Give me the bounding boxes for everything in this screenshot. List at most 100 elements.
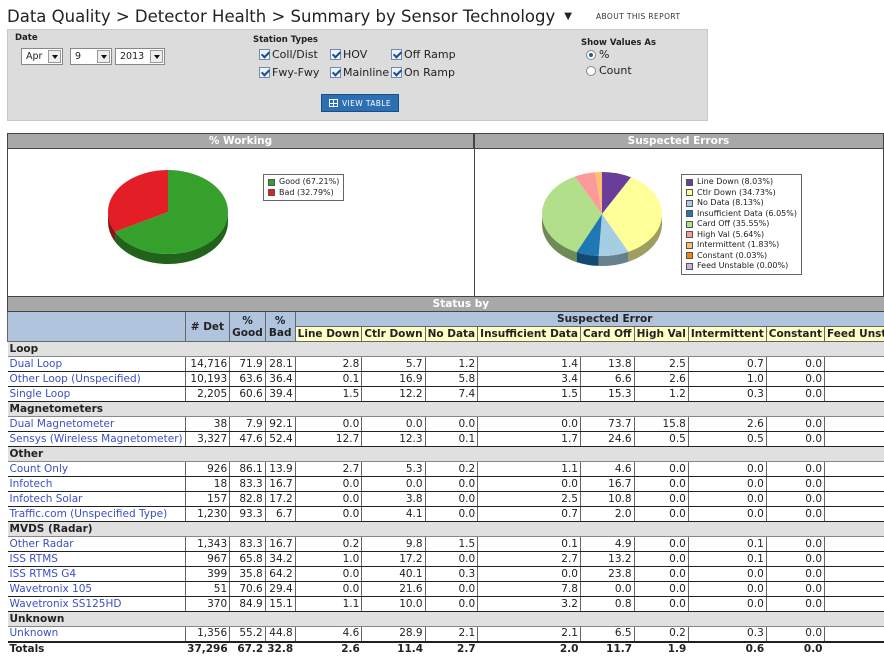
about-report-link[interactable]: ABOUT THIS REPORT	[596, 12, 681, 21]
table-row: Dual Magnetometer 38 7.9 92.1 0.0 0.0 0.0 0.0 73…	[7, 416, 884, 432]
col-header-high-val: High Val	[633, 326, 689, 342]
section-row: Loop	[7, 341, 884, 357]
filter-panel: Date Apr 9 2013 Station Types Coll/Dist …	[7, 29, 708, 121]
col-header-intermittent: Intermittent	[687, 326, 767, 342]
value-cell: 0.0	[424, 476, 478, 492]
value-cell: 0.0	[765, 506, 825, 522]
value-cell: 0.0	[294, 491, 362, 507]
value-cell: 34.2	[264, 551, 296, 567]
status-table-wrapper: Status by # Det % Good % Bad Suspected E…	[7, 296, 884, 661]
value-cell: 967	[184, 551, 230, 567]
value-cell: 0.0	[687, 476, 767, 492]
value-cell: 65.8	[229, 551, 266, 567]
tech-link[interactable]: Other Loop (Unspecified)	[10, 373, 141, 385]
value-cell: 10.8	[579, 491, 635, 507]
tech-link[interactable]: Dual Loop	[10, 358, 63, 370]
value-cell: 0.7	[687, 356, 767, 372]
value-cell: 0.0	[824, 431, 884, 447]
section-title: Loop	[7, 341, 884, 357]
checkbox-hov[interactable]: HOV	[330, 48, 367, 61]
tech-link[interactable]: ISS RTMS	[10, 553, 58, 565]
tech-link[interactable]: Traffic.com (Unspecified Type)	[10, 508, 168, 520]
value-cell: 0.0	[765, 596, 825, 612]
year-select[interactable]: 2013	[115, 48, 165, 65]
tech-link[interactable]: Other Radar	[10, 538, 74, 550]
value-cell: 0.1	[687, 551, 767, 567]
section-row: MVDS (Radar)	[7, 521, 884, 537]
value-cell: 0.0	[824, 626, 884, 642]
section-title: MVDS (Radar)	[7, 521, 884, 537]
legend-label: High Val (5.64%)	[697, 229, 765, 239]
tech-name-cell: Single Loop	[7, 386, 186, 402]
value-cell: 28.9	[361, 626, 426, 642]
value-cell: 0.0	[824, 566, 884, 582]
tech-link[interactable]: ISS RTMS G4	[10, 568, 77, 580]
value-cell: 0.0	[687, 461, 767, 477]
month-select[interactable]: Apr	[21, 48, 63, 65]
value-cell: 3.8	[361, 491, 426, 507]
value-cell: 16.7	[264, 536, 296, 552]
value-cell: 0.0	[824, 461, 884, 477]
legend-swatch	[686, 252, 693, 260]
value-cell: 0.1	[477, 536, 581, 552]
working-chart-title: % Working	[8, 134, 474, 149]
tech-link[interactable]: Single Loop	[10, 388, 71, 400]
view-table-button[interactable]: VIEW TABLE	[321, 94, 399, 112]
tech-link[interactable]: Infotech	[10, 478, 53, 490]
value-cell: 83.3	[229, 476, 266, 492]
tech-name-cell: ISS RTMS	[7, 551, 186, 567]
day-select[interactable]: 9	[70, 48, 112, 65]
value-cell: 1.1	[477, 461, 581, 477]
legend-item: Constant (0.03%)	[686, 251, 797, 262]
radio-percent[interactable]: %	[586, 48, 609, 61]
value-cell: 2,205	[184, 386, 230, 402]
tech-link[interactable]: Count Only	[10, 463, 69, 475]
value-cell: 0.0	[765, 476, 825, 492]
section-row: Unknown	[7, 611, 884, 627]
value-cell: 5.3	[361, 461, 426, 477]
tech-link[interactable]: Sensys (Wireless Magnetometer)	[10, 433, 183, 445]
value-cell: 86.1	[229, 461, 266, 477]
value-cell: 0.0	[765, 551, 825, 567]
value-cell: 18	[184, 476, 230, 492]
value-cell: 0.0	[294, 506, 362, 522]
value-cell: 7.4	[424, 386, 478, 402]
tech-link[interactable]: Wavetronix SS125HD	[10, 598, 122, 610]
value-cell: 0.5	[687, 431, 767, 447]
tech-name-cell: Dual Loop	[7, 356, 186, 372]
tech-link[interactable]: Dual Magnetometer	[10, 418, 115, 430]
tech-link[interactable]: Unknown	[10, 627, 59, 639]
checkbox-off-ramp[interactable]: Off Ramp	[391, 48, 456, 61]
legend-swatch	[686, 199, 693, 207]
errors-pie-chart	[542, 172, 662, 266]
value-cell: 1.2	[424, 356, 478, 372]
value-cell: 0.0	[824, 551, 884, 567]
value-cell: 1.5	[294, 386, 362, 402]
table-row: Dual Loop 14,716 71.9 28.1 2.8 5.7 1.2 1.4 13.8 2…	[7, 356, 884, 372]
tech-name-cell: Dual Magnetometer	[7, 416, 186, 432]
chevron-down-icon	[150, 50, 163, 63]
radio-icon	[586, 65, 596, 76]
value-cell: 4.6	[294, 626, 362, 642]
tech-link[interactable]: Wavetronix 105	[10, 583, 93, 595]
legend-label: Good (67.21%)	[279, 177, 340, 186]
radio-count[interactable]: Count	[586, 64, 632, 77]
breadcrumb-dropdown-icon[interactable]: ▼	[564, 11, 572, 22]
value-cell: 2.6	[687, 416, 767, 432]
checkbox-fwy-fwy[interactable]: Fwy-Fwy	[259, 66, 319, 79]
checkbox-checked-icon	[330, 67, 341, 78]
value-cell: 0.0	[424, 416, 478, 432]
show-values-label: Show Values As	[581, 38, 657, 48]
value-cell: 0.0	[687, 566, 767, 582]
value-cell: 0.3	[687, 626, 767, 642]
checkbox-on-ramp[interactable]: On Ramp	[391, 66, 455, 79]
value-cell: 0.0	[633, 491, 689, 507]
value-cell: 0.0	[687, 491, 767, 507]
value-cell: 0.0	[765, 416, 825, 432]
checkbox-mainline[interactable]: Mainline	[330, 66, 389, 79]
checkbox-coll-dist[interactable]: Coll/Dist	[259, 48, 318, 61]
value-cell: 71.9	[229, 356, 266, 372]
value-cell: 0.0	[633, 596, 689, 612]
tech-link[interactable]: Infotech Solar	[10, 493, 83, 505]
value-cell: 0.0	[579, 581, 635, 597]
